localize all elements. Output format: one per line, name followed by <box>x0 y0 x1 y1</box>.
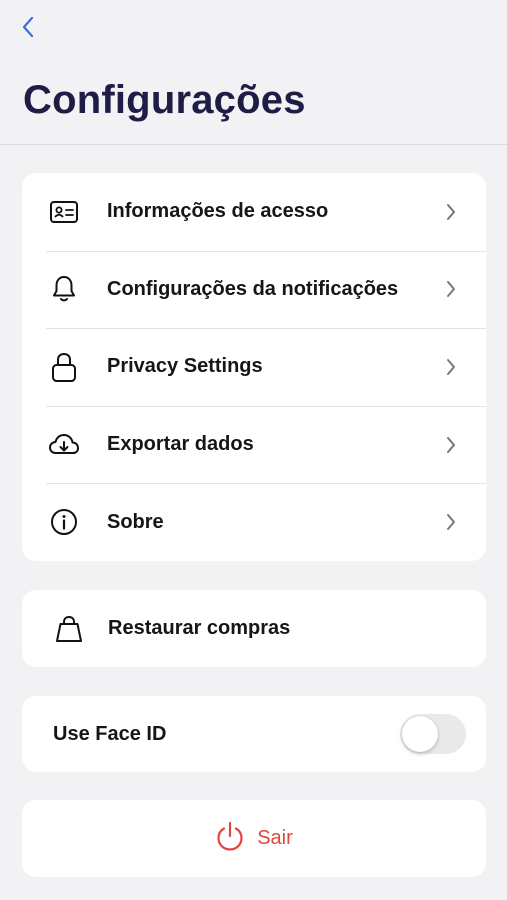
menu-item-label: Informações de acesso <box>107 200 329 223</box>
cloud-download-icon <box>48 429 80 461</box>
menu-item-export-data[interactable]: Exportar dados <box>22 405 486 484</box>
menu-item-label: Sobre <box>107 510 164 533</box>
chevron-right-icon <box>444 512 458 532</box>
logout-button[interactable]: Sair <box>22 800 486 877</box>
lock-icon <box>48 351 80 383</box>
face-id-label: Use Face ID <box>53 722 167 745</box>
menu-item-notification-settings[interactable]: Configurações da notificações <box>22 250 486 329</box>
shopping-bag-icon <box>53 613 85 645</box>
chevron-right-icon <box>444 435 458 455</box>
restore-purchases-button[interactable]: Restaurar compras <box>22 590 486 667</box>
face-id-row: Use Face ID <box>22 696 486 772</box>
menu-item-access-info[interactable]: Informações de acesso <box>22 173 486 251</box>
menu-item-label: Exportar dados <box>107 433 254 456</box>
menu-item-privacy-settings[interactable]: Privacy Settings <box>22 328 486 406</box>
page-title: Configurações <box>23 78 306 122</box>
chevron-right-icon <box>444 202 458 222</box>
back-button[interactable] <box>14 12 42 42</box>
logout-card: Sair <box>22 800 486 877</box>
restore-purchases-card: Restaurar compras <box>22 590 486 667</box>
menu-item-about[interactable]: Sobre <box>22 483 486 561</box>
face-id-card: Use Face ID <box>22 696 486 772</box>
toggle-knob <box>402 716 438 752</box>
bell-icon <box>48 273 80 305</box>
restore-purchases-label: Restaurar compras <box>108 617 291 639</box>
settings-screen: Configurações Informações de acesso Conf… <box>0 0 507 900</box>
face-id-toggle[interactable] <box>400 714 466 754</box>
logout-label: Sair <box>257 827 293 849</box>
id-card-icon <box>48 196 80 228</box>
chevron-right-icon <box>444 279 458 299</box>
menu-item-label: Privacy Settings <box>107 355 263 378</box>
menu-item-label: Configurações da notificações <box>107 277 399 300</box>
info-icon <box>48 506 80 538</box>
header-divider <box>0 144 507 145</box>
power-icon <box>215 820 245 857</box>
chevron-left-icon <box>22 16 34 38</box>
chevron-right-icon <box>444 357 458 377</box>
settings-menu-card: Informações de acesso Configurações da n… <box>22 173 486 561</box>
